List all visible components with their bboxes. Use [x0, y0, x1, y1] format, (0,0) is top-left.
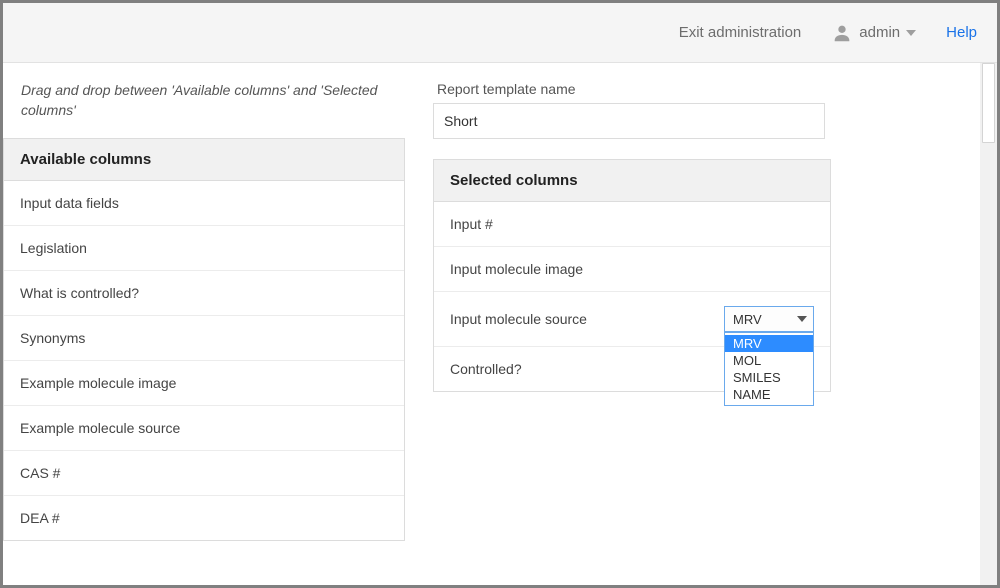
dropdown-option-label: MOL — [733, 353, 761, 368]
list-item-label: Example molecule source — [20, 420, 180, 436]
dropdown-option[interactable]: NAME — [725, 386, 813, 403]
list-item[interactable]: Input molecule image — [434, 247, 830, 292]
triangle-down-icon — [797, 316, 807, 322]
content: Drag and drop between 'Available columns… — [3, 63, 997, 585]
list-item-label: DEA # — [20, 510, 60, 526]
list-item[interactable]: Input # — [434, 202, 830, 247]
hint-text: Drag and drop between 'Available columns… — [3, 81, 405, 138]
list-item[interactable]: Input data fields — [4, 181, 404, 226]
help-label: Help — [946, 24, 977, 41]
user-label: admin — [859, 24, 900, 41]
dropdown-option[interactable]: MRV — [725, 335, 813, 352]
list-item[interactable]: Synonyms — [4, 316, 404, 361]
exit-administration-label: Exit administration — [679, 24, 802, 41]
available-columns-panel: Available columns Input data fields Legi… — [3, 138, 405, 541]
list-item-label: What is controlled? — [20, 285, 139, 301]
left-column: Drag and drop between 'Available columns… — [3, 63, 405, 585]
available-columns-header: Available columns — [4, 139, 404, 181]
list-item-label: CAS # — [20, 465, 60, 481]
dropdown-option-label: SMILES — [733, 370, 781, 385]
scrollbar[interactable] — [980, 63, 997, 585]
format-select[interactable]: MRV — [724, 306, 814, 332]
selected-columns-panel: Selected columns Input # Input molecule … — [433, 159, 831, 392]
list-item[interactable]: Example molecule source — [4, 406, 404, 451]
list-item-label: Synonyms — [20, 330, 85, 346]
template-name-input[interactable] — [433, 103, 825, 139]
list-item[interactable]: What is controlled? — [4, 271, 404, 316]
list-item-label: Input data fields — [20, 195, 119, 211]
dropdown-option[interactable]: MOL — [725, 352, 813, 369]
list-item-label: Input molecule source — [450, 311, 587, 327]
list-item[interactable]: CAS # — [4, 451, 404, 496]
caret-down-icon — [906, 30, 916, 36]
list-item-label: Legislation — [20, 240, 87, 256]
user-icon — [831, 22, 853, 44]
format-select-value: MRV — [733, 312, 762, 327]
list-item[interactable]: Example molecule image — [4, 361, 404, 406]
dropdown-option[interactable]: SMILES — [725, 369, 813, 386]
list-item-label: Controlled? — [450, 361, 522, 377]
list-item-label: Input # — [450, 216, 493, 232]
template-name-label: Report template name — [427, 81, 987, 97]
help-link[interactable]: Help — [946, 24, 977, 41]
right-column: Report template name Selected columns In… — [405, 63, 997, 585]
selected-columns-list: Input # Input molecule image Input molec… — [434, 202, 830, 391]
list-item-label: Example molecule image — [20, 375, 176, 391]
exit-administration-link[interactable]: Exit administration — [679, 24, 802, 41]
dropdown-option-label: MRV — [733, 336, 762, 351]
list-item[interactable]: Input molecule source MRV MRV MOL SMILES… — [434, 292, 830, 347]
format-dropdown: MRV MOL SMILES NAME — [724, 332, 814, 406]
user-menu[interactable]: admin — [831, 22, 916, 44]
list-item-label: Input molecule image — [450, 261, 583, 277]
selected-columns-header: Selected columns — [434, 160, 830, 202]
format-select-wrap: MRV MRV MOL SMILES NAME — [724, 306, 814, 332]
topbar: Exit administration admin Help — [3, 3, 997, 63]
available-columns-list: Input data fields Legislation What is co… — [4, 181, 404, 540]
list-item[interactable]: Legislation — [4, 226, 404, 271]
list-item[interactable]: DEA # — [4, 496, 404, 540]
dropdown-option-label: NAME — [733, 387, 771, 402]
scrollbar-thumb[interactable] — [982, 63, 995, 143]
window: Exit administration admin Help Drag and … — [0, 0, 1000, 588]
